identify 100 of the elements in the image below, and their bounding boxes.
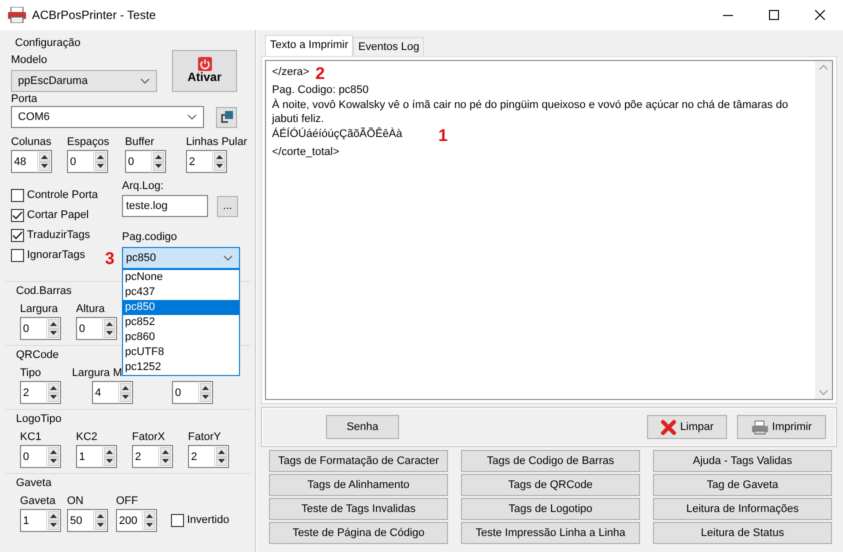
model-select[interactable]: ppEscDaruma: [11, 70, 157, 92]
down-arrow-icon: [216, 164, 223, 168]
connect-button[interactable]: [216, 106, 237, 128]
caret-icon: [140, 78, 150, 84]
spinner-label: KC2: [76, 430, 98, 444]
power-icon: [198, 57, 212, 72]
up-arrow-icon: [97, 514, 104, 518]
tags-button[interactable]: Tags de Codigo de Barras: [461, 450, 640, 472]
tab[interactable]: Texto a Imprimir: [265, 35, 354, 56]
checkbox[interactable]: [171, 514, 184, 526]
code-page-select[interactable]: pc850: [122, 247, 240, 269]
tags-button[interactable]: Ajuda - Tags Validas: [653, 450, 832, 472]
dropdown-option[interactable]: pc852: [123, 315, 239, 330]
spin-up-button[interactable]: [216, 447, 227, 456]
spin-up-button[interactable]: [160, 447, 171, 456]
checkbox[interactable]: [11, 248, 24, 262]
tags-button[interactable]: Tag de Gaveta: [653, 474, 832, 496]
spin-up-button[interactable]: [39, 152, 50, 162]
spin-up-button[interactable]: [48, 383, 59, 392]
spin-field[interactable]: 200: [116, 509, 142, 532]
spin-field[interactable]: 0: [67, 150, 93, 173]
plug-icon: [219, 110, 234, 124]
down-arrow-icon: [41, 164, 48, 168]
action-button[interactable]: Imprimir: [737, 415, 826, 439]
down-arrow-icon: [146, 523, 153, 528]
spin-up-button[interactable]: [104, 319, 115, 328]
down-arrow-icon: [162, 459, 169, 464]
spin-field[interactable]: 4: [92, 381, 118, 404]
down-arrow-icon: [122, 395, 129, 400]
tags-button[interactable]: Tags de Logotipo: [461, 498, 640, 520]
tags-button[interactable]: Teste de Página de Código: [269, 522, 448, 544]
spin-up-button[interactable]: [153, 152, 164, 162]
up-arrow-icon: [106, 322, 113, 326]
spin-up-button[interactable]: [104, 447, 115, 456]
tags-button[interactable]: Teste de Tags Invalidas: [269, 498, 448, 520]
tags-button[interactable]: Tags de Alinhamento: [269, 474, 448, 496]
checkbox[interactable]: [11, 208, 24, 222]
spinner-label: ON: [67, 494, 84, 508]
annotation-number: 2: [315, 65, 325, 82]
tags-button[interactable]: Teste Impressão Linha a Linha: [461, 522, 640, 544]
checkbox-label: Cortar Papel: [27, 208, 89, 222]
dropdown-option[interactable]: pc850: [123, 300, 239, 315]
spin-up-button[interactable]: [95, 152, 106, 162]
spin-up-button[interactable]: [48, 319, 59, 328]
spin-field[interactable]: 2: [132, 445, 158, 468]
up-arrow-icon: [146, 514, 153, 518]
spin-up-button[interactable]: [120, 383, 131, 392]
up-arrow-icon: [155, 154, 162, 159]
spin-up-button[interactable]: [200, 383, 211, 392]
spinner-label: Colunas: [11, 135, 52, 149]
dropdown-option[interactable]: pcNone: [123, 270, 239, 285]
spin-field[interactable]: 2: [188, 445, 214, 468]
spin-up-button[interactable]: [95, 511, 106, 520]
browse-button[interactable]: ...: [217, 196, 238, 216]
checkbox-label: IgnorarTags: [27, 248, 86, 262]
spin-field[interactable]: 2: [186, 150, 212, 173]
annotation-number: 1: [438, 127, 448, 144]
checkbox[interactable]: [11, 228, 24, 242]
spinner-label: Altura: [76, 302, 105, 316]
spin-field[interactable]: 0: [76, 317, 102, 340]
spin-field[interactable]: 48: [11, 150, 37, 173]
dropdown-option[interactable]: pc437: [123, 285, 239, 300]
spinner-label: Espaços: [67, 135, 110, 149]
spinner-label: Gaveta: [20, 494, 56, 508]
dropdown-option[interactable]: pcUTF8: [123, 345, 239, 360]
spinner-label: Largura M: [72, 366, 122, 380]
down-arrow-icon: [50, 459, 57, 464]
editor-line: </corte_total>: [272, 145, 340, 159]
spin-up-button[interactable]: [214, 152, 225, 162]
up-arrow-icon: [41, 154, 48, 159]
spin-field[interactable]: 50: [67, 509, 93, 532]
editor-line: À noite, vovô Kowalsky vê o ímã cair no pé do pingüim queixoso e vovó põe açúcar no chá de tâmaras do jabuti feliz.: [272, 98, 790, 126]
up-arrow-icon: [202, 386, 209, 390]
spin-field[interactable]: 1: [20, 509, 46, 532]
port-select[interactable]: COM6: [11, 106, 204, 128]
tags-button[interactable]: Tags de Formatação de Caracter: [269, 450, 448, 472]
dropdown-option[interactable]: pc860: [123, 330, 239, 345]
spin-field[interactable]: 1: [76, 445, 102, 468]
log-file-field[interactable]: teste.log: [122, 195, 208, 217]
down-arrow-icon: [97, 523, 104, 528]
close-icon: [815, 10, 825, 20]
spin-field[interactable]: 0: [172, 381, 198, 404]
action-button[interactable]: Limpar: [647, 415, 727, 439]
spin-field[interactable]: 0: [125, 150, 151, 173]
tags-button[interactable]: Tags de QRCode: [461, 474, 640, 496]
spin-field[interactable]: 2: [20, 381, 46, 404]
spin-field[interactable]: 0: [20, 445, 46, 468]
activate-button[interactable]: Ativar: [172, 50, 237, 92]
group-title: Gaveta: [16, 476, 52, 490]
tags-button[interactable]: Leitura de Status: [653, 522, 832, 544]
tags-button[interactable]: Leitura de Informações: [653, 498, 832, 520]
dropdown-option[interactable]: pc1252: [123, 360, 239, 375]
action-button[interactable]: Senha: [326, 415, 399, 439]
checkbox[interactable]: [11, 188, 24, 202]
spinner-label: OFF: [116, 494, 138, 508]
spin-up-button[interactable]: [48, 511, 59, 520]
spin-field[interactable]: 0: [20, 317, 46, 340]
spin-up-button[interactable]: [144, 511, 155, 520]
tab[interactable]: Eventos Log: [353, 37, 424, 56]
spin-up-button[interactable]: [48, 447, 59, 456]
